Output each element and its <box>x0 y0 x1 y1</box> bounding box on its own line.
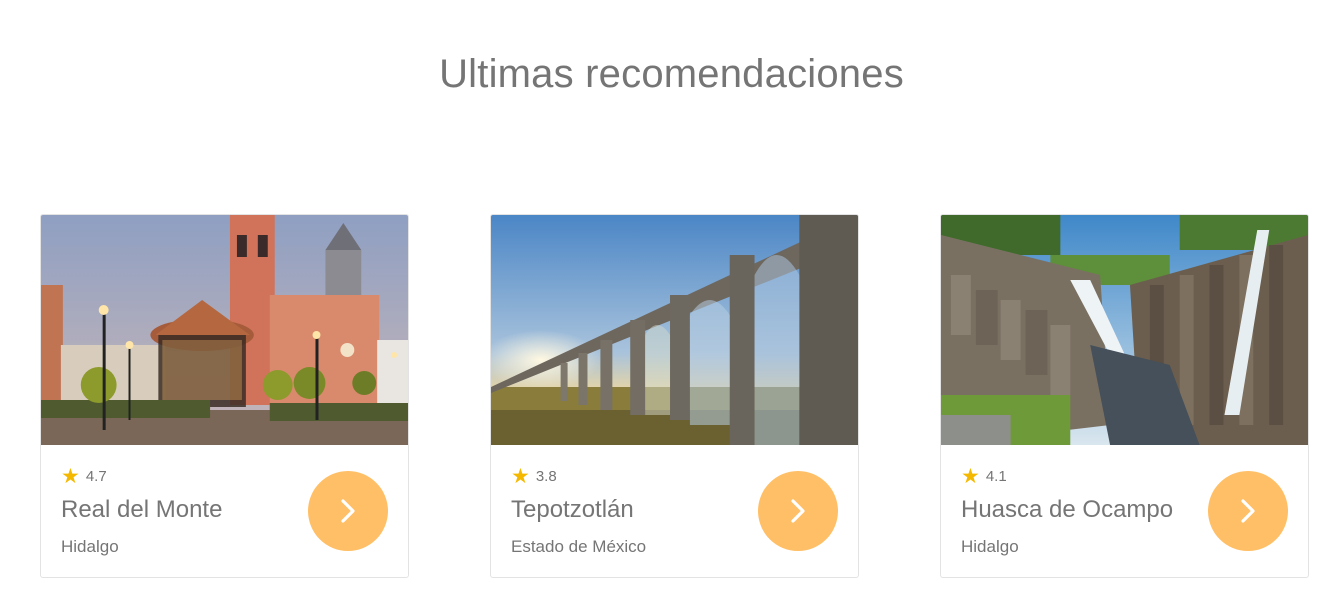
rating-value: 4.1 <box>985 467 1007 485</box>
view-place-button[interactable] <box>1208 471 1288 551</box>
rating-value: 4.7 <box>85 467 107 485</box>
recommendation-cards: ★ 4.7 Real del Monte Hidalgo ★ 3.8 Tepot… <box>40 214 1309 578</box>
star-icon: ★ <box>511 464 530 488</box>
aqueduct-sunset-photo <box>491 215 858 445</box>
card-body: ★ 4.7 Real del Monte Hidalgo <box>41 445 408 577</box>
chevron-right-icon <box>337 497 359 525</box>
view-place-button[interactable] <box>308 471 388 551</box>
town-square-church-photo <box>41 215 408 445</box>
rating-value: 3.8 <box>535 467 557 485</box>
star-icon: ★ <box>61 464 80 488</box>
recommendation-card: ★ 4.7 Real del Monte Hidalgo <box>40 214 409 578</box>
card-body: ★ 4.1 Huasca de Ocampo Hidalgo <box>941 445 1308 577</box>
card-body: ★ 3.8 Tepotzotlán Estado de México <box>491 445 858 577</box>
chevron-right-icon <box>1237 497 1259 525</box>
recommendation-card: ★ 3.8 Tepotzotlán Estado de México <box>490 214 859 578</box>
view-place-button[interactable] <box>758 471 838 551</box>
recommendations-page: Ultimas recomendaciones ★ 4.7 Real del M… <box>0 0 1343 599</box>
section-title: Ultimas recomendaciones <box>439 52 904 96</box>
star-icon: ★ <box>961 464 980 488</box>
recommendation-card: ★ 4.1 Huasca de Ocampo Hidalgo <box>940 214 1309 578</box>
basalt-prisms-waterfall-photo <box>941 215 1308 445</box>
chevron-right-icon <box>787 497 809 525</box>
